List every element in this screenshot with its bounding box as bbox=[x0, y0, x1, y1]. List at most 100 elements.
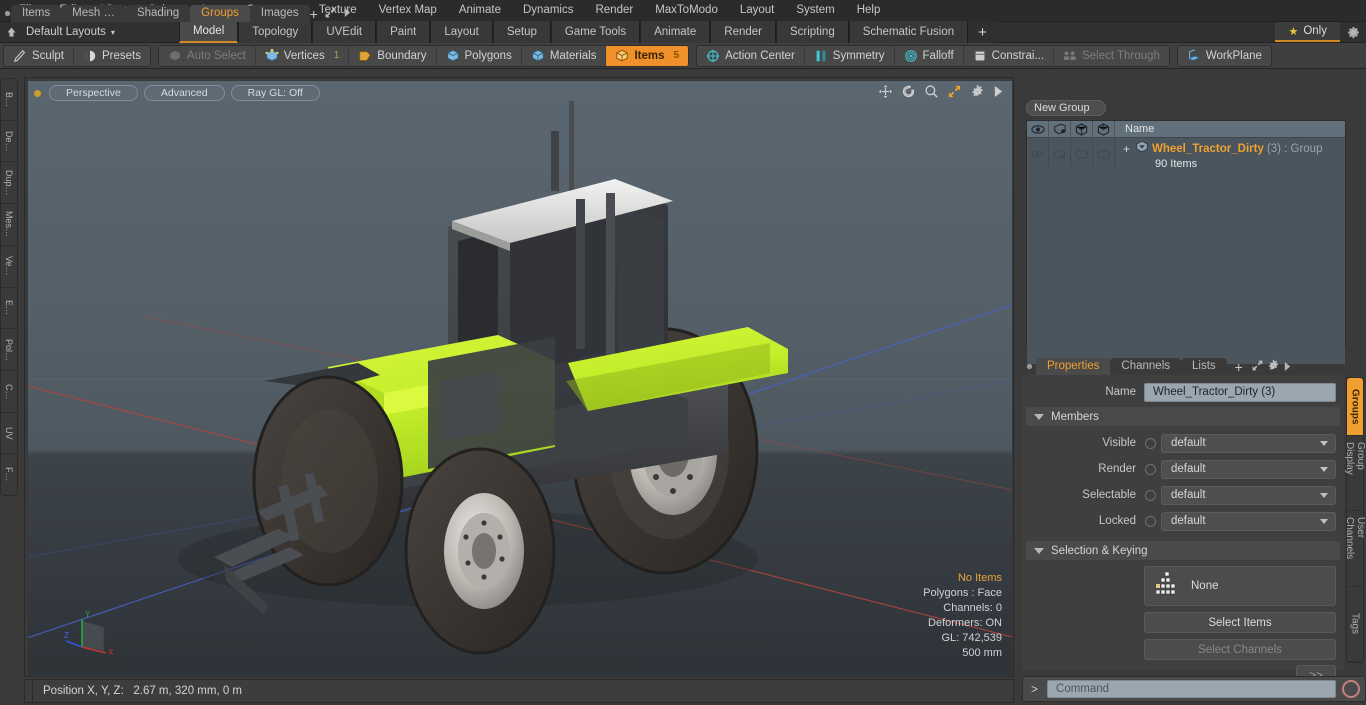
viewport-mode-button[interactable]: Perspective bbox=[49, 85, 138, 101]
properties-tab-properties[interactable]: Properties bbox=[1036, 358, 1111, 375]
tool-boundary[interactable]: Boundary bbox=[349, 45, 437, 66]
member-select-render[interactable]: default bbox=[1161, 459, 1336, 479]
panel-more-icon[interactable] bbox=[343, 7, 352, 21]
viewport-play-icon[interactable] bbox=[993, 85, 1004, 101]
channel-dot-icon[interactable] bbox=[1145, 437, 1156, 449]
menu-item-vertex-map[interactable]: Vertex Map bbox=[368, 0, 448, 21]
left-rail-tab-4[interactable]: Ve… bbox=[1, 246, 17, 288]
channel-dot-icon[interactable] bbox=[1145, 463, 1156, 475]
layout-tab-scripting[interactable]: Scripting bbox=[775, 21, 849, 43]
right-tab-mesh-[interactable]: Mesh … bbox=[61, 5, 126, 22]
right-rail-tab-tags[interactable]: Tags bbox=[1347, 587, 1363, 662]
row-eye-toggle[interactable] bbox=[1027, 138, 1049, 170]
tool-items[interactable]: Items 5 bbox=[606, 45, 689, 66]
gear-icon[interactable] bbox=[1340, 26, 1366, 39]
layout-tab-paint[interactable]: Paint bbox=[376, 21, 431, 43]
tool-workplane[interactable]: WorkPlane bbox=[1178, 46, 1271, 66]
properties-menu-dot[interactable] bbox=[1022, 357, 1036, 375]
lock-icon[interactable] bbox=[1093, 120, 1115, 138]
layout-tab-animate[interactable]: Animate bbox=[640, 21, 711, 43]
add-layout-tab[interactable]: + bbox=[968, 21, 997, 43]
properties-more-icon[interactable] bbox=[1283, 362, 1292, 375]
menu-item-dynamics[interactable]: Dynamics bbox=[512, 0, 584, 21]
properties-add-tab[interactable]: + bbox=[1227, 359, 1251, 375]
left-rail-tab-0[interactable]: B… bbox=[1, 79, 17, 121]
tool-action-center[interactable]: Action Center bbox=[697, 45, 805, 66]
layout-tab-topology[interactable]: Topology bbox=[238, 21, 313, 43]
group-list-empty-area[interactable] bbox=[1027, 170, 1345, 364]
right-rail-tab-user-channels[interactable]: User Channels bbox=[1344, 511, 1366, 587]
members-section-header[interactable]: Members bbox=[1026, 407, 1340, 426]
member-select-visible[interactable]: default bbox=[1161, 433, 1336, 453]
layout-tab-setup[interactable]: Setup bbox=[492, 21, 551, 43]
tool-presets[interactable]: Presets bbox=[74, 46, 150, 66]
right-tab-images[interactable]: Images bbox=[249, 5, 310, 22]
name-field[interactable]: Wheel_Tractor_Dirty (3) bbox=[1144, 382, 1336, 402]
new-group-button[interactable]: New Group bbox=[1026, 100, 1106, 116]
rotate-icon[interactable] bbox=[901, 84, 916, 102]
menu-item-animate[interactable]: Animate bbox=[448, 0, 512, 21]
viewport-3d[interactable]: Perspective Advanced Ray GL: Off No Item… bbox=[28, 81, 1012, 675]
left-rail-tab-5[interactable]: E… bbox=[1, 288, 17, 330]
row-lock-toggle[interactable] bbox=[1093, 138, 1115, 170]
menu-item-help[interactable]: Help bbox=[846, 0, 892, 21]
right-rail-tab-groups[interactable]: Groups bbox=[1347, 378, 1363, 436]
tool-polygons[interactable]: Polygons bbox=[437, 45, 522, 66]
properties-gear-icon[interactable] bbox=[1267, 359, 1283, 375]
table-row[interactable]: + Wheel_Tractor_Dirty (3) : Group 90 Ite… bbox=[1027, 138, 1345, 170]
tool-constrai-[interactable]: Constrai... bbox=[964, 45, 1055, 66]
menu-item-maxtomodo[interactable]: MaxToModo bbox=[644, 0, 729, 21]
properties-expand-icon[interactable] bbox=[1251, 360, 1267, 375]
row-expander[interactable]: + bbox=[1123, 142, 1130, 156]
layout-tab-model[interactable]: Model bbox=[178, 21, 239, 43]
group-name[interactable]: Wheel_Tractor_Dirty bbox=[1152, 143, 1264, 155]
left-rail-tab-7[interactable]: C… bbox=[1, 371, 17, 413]
panel-menu-dot[interactable] bbox=[4, 4, 11, 22]
channel-dot-icon[interactable] bbox=[1145, 489, 1156, 501]
record-icon[interactable] bbox=[1342, 680, 1360, 698]
expand-panel-icon[interactable] bbox=[324, 6, 337, 22]
only-toggle[interactable]: ★ Only bbox=[1275, 22, 1340, 42]
channel-dot-icon[interactable] bbox=[1145, 515, 1156, 527]
viewport-gear-icon[interactable] bbox=[970, 84, 985, 102]
layout-caret-icon[interactable]: ▾ bbox=[111, 28, 115, 37]
layout-tab-render[interactable]: Render bbox=[710, 21, 776, 43]
left-rail-tab-2[interactable]: Dup… bbox=[1, 162, 17, 205]
tool-select-through[interactable]: Select Through bbox=[1054, 46, 1169, 66]
layout-tab-layout[interactable]: Layout bbox=[430, 21, 493, 43]
member-select-locked[interactable]: default bbox=[1161, 511, 1336, 531]
home-icon[interactable] bbox=[0, 21, 22, 43]
layout-tab-uvedit[interactable]: UVEdit bbox=[312, 21, 377, 43]
menu-item-render[interactable]: Render bbox=[584, 0, 644, 21]
tool-symmetry[interactable]: Symmetry bbox=[805, 45, 895, 66]
menu-item-system[interactable]: System bbox=[785, 0, 845, 21]
properties-tab-channels[interactable]: Channels bbox=[1110, 358, 1182, 375]
tool-falloff[interactable]: Falloff bbox=[895, 45, 964, 66]
menu-item-layout[interactable]: Layout bbox=[729, 0, 786, 21]
tool-auto-select[interactable]: Auto Select bbox=[159, 45, 256, 66]
viewport-shading-button[interactable]: Advanced bbox=[143, 85, 225, 101]
left-rail-tab-9[interactable]: F… bbox=[1, 454, 17, 495]
left-rail-tab-6[interactable]: Pol… bbox=[1, 329, 17, 371]
command-input[interactable]: Command bbox=[1047, 680, 1336, 698]
layout-tab-game-tools[interactable]: Game Tools bbox=[550, 21, 641, 43]
render-icon[interactable] bbox=[1049, 120, 1071, 138]
selectable-icon[interactable] bbox=[1071, 120, 1093, 138]
layout-preset-label[interactable]: Default Layouts bbox=[22, 26, 106, 38]
row-selectable-toggle[interactable] bbox=[1071, 138, 1093, 170]
right-tab-groups[interactable]: Groups bbox=[190, 5, 250, 22]
left-rail-tab-8[interactable]: UV bbox=[1, 413, 17, 455]
zoom-icon[interactable] bbox=[924, 84, 939, 102]
left-rail-tab-3[interactable]: Mes… bbox=[1, 204, 17, 246]
status-handle[interactable] bbox=[25, 680, 33, 702]
selection-keying-header[interactable]: Selection & Keying bbox=[1026, 541, 1340, 560]
pan-icon[interactable] bbox=[878, 84, 893, 102]
right-tab-items[interactable]: Items bbox=[11, 5, 62, 22]
selection-set-picker[interactable]: None bbox=[1144, 566, 1336, 606]
properties-tab-lists[interactable]: Lists bbox=[1181, 358, 1227, 375]
fullscreen-icon[interactable] bbox=[947, 84, 962, 102]
right-tab-shading[interactable]: Shading bbox=[125, 5, 191, 22]
tool-vertices[interactable]: Vertices 1 bbox=[256, 45, 350, 66]
viewport-raygl-button[interactable]: Ray GL: Off bbox=[230, 85, 320, 101]
tool-sculpt[interactable]: Sculpt bbox=[4, 45, 74, 66]
